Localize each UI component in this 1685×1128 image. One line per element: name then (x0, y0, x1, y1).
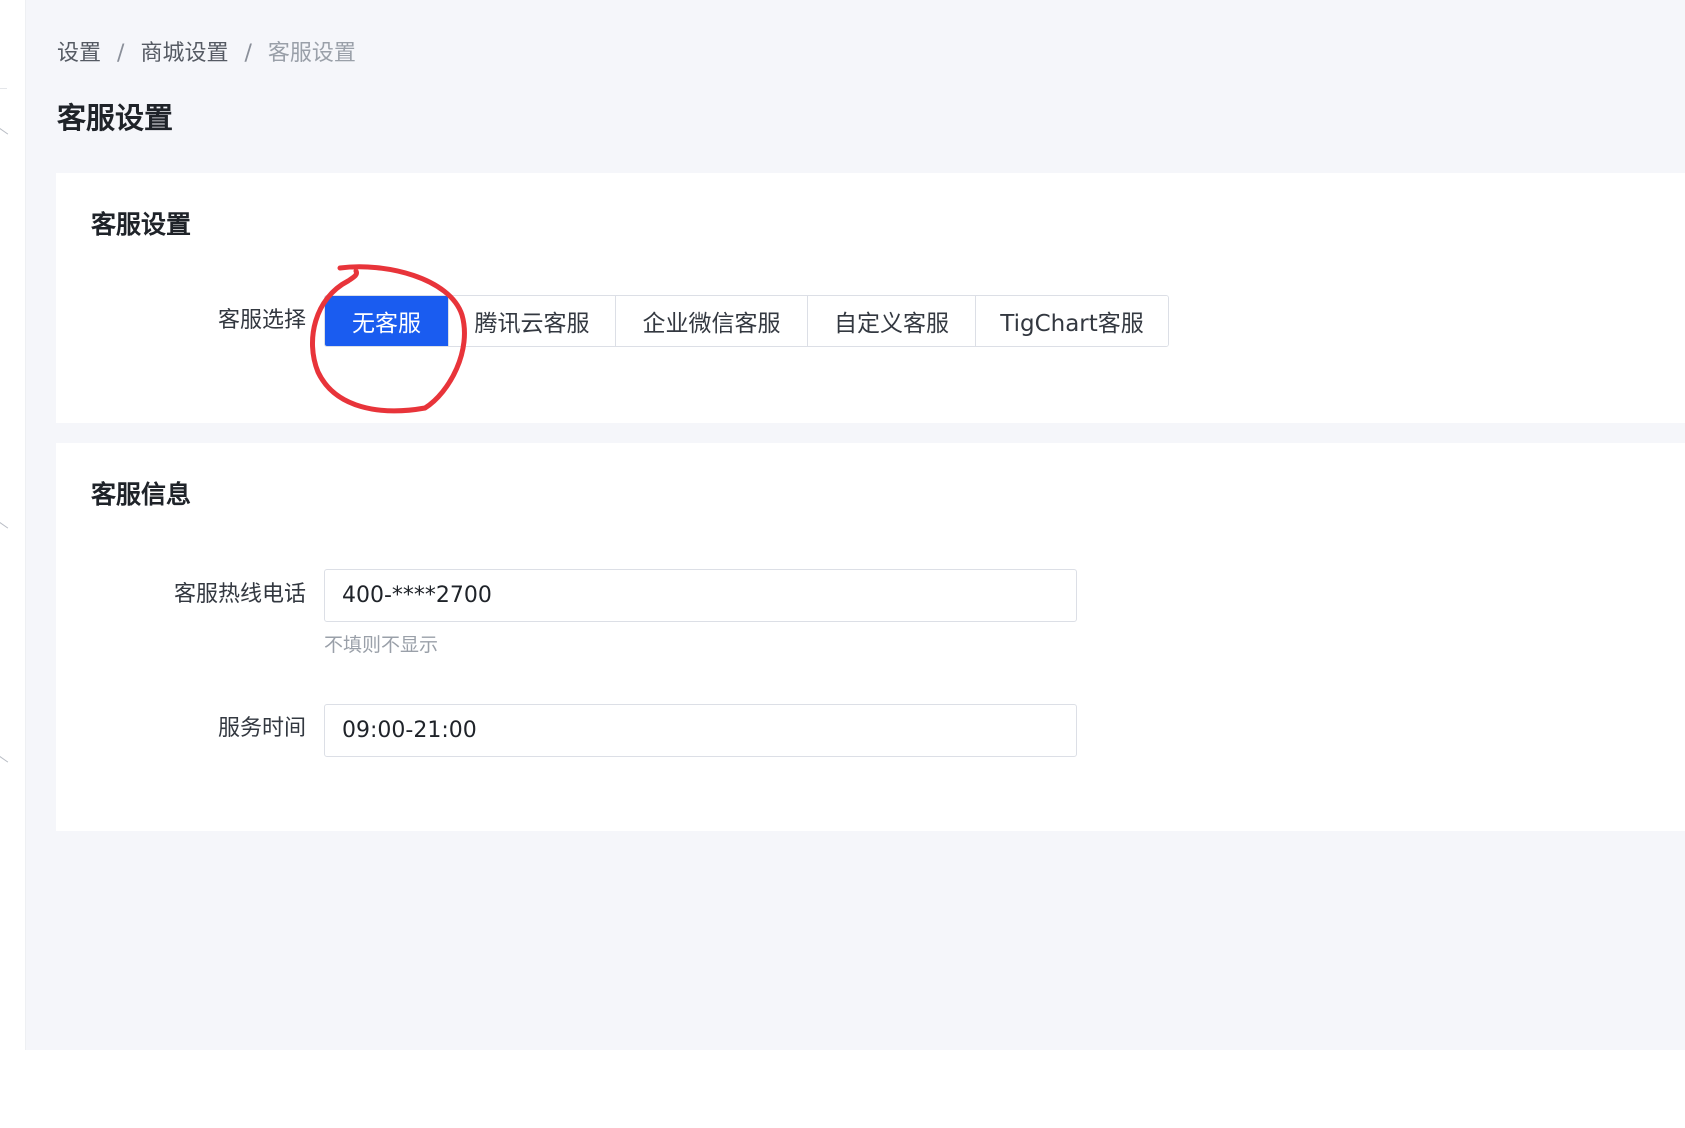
option-no-service[interactable]: 无客服 (325, 296, 449, 346)
bottom-band (0, 1050, 1685, 1128)
option-tencent-cloud[interactable]: 腾讯云客服 (449, 296, 616, 346)
breadcrumb-item-settings[interactable]: 设置 (57, 40, 101, 68)
settings-card-title: 客服设置 (91, 210, 192, 239)
hotline-label: 客服热线电话 (173, 582, 306, 607)
breadcrumb-item-mall-settings[interactable]: 商城设置 (140, 40, 228, 68)
option-wecom[interactable]: 企业微信客服 (616, 296, 808, 346)
main-content: 设置 / 商城设置 / 客服设置 客服设置 客服设置 客服选择 无客服 腾讯云客… (26, 0, 1685, 1128)
chevron-icon[interactable] (0, 756, 9, 770)
left-sidebar-collapsed (0, 0, 26, 1128)
page-title: 客服设置 (57, 101, 174, 135)
info-card: 客服信息 客服热线电话 不填则不显示 服务时间 (56, 443, 1685, 831)
sidebar-divider (0, 88, 7, 89)
info-card-title: 客服信息 (91, 480, 192, 509)
service-type-selector: 无客服 腾讯云客服 企业微信客服 自定义客服 TigChart客服 (324, 295, 1169, 347)
settings-card: 客服设置 客服选择 无客服 腾讯云客服 企业微信客服 自定义客服 TigChar… (56, 173, 1685, 423)
breadcrumb-separator: / (244, 41, 252, 66)
hotline-hint: 不填则不显示 (324, 634, 439, 656)
hotline-input[interactable] (324, 569, 1077, 622)
breadcrumb-item-current: 客服设置 (267, 41, 356, 66)
breadcrumb: 设置 / 商城设置 / 客服设置 (57, 40, 356, 68)
service-time-input[interactable] (324, 704, 1077, 757)
chevron-icon[interactable] (0, 128, 9, 142)
chevron-icon[interactable] (0, 522, 9, 536)
breadcrumb-separator: / (117, 41, 125, 66)
service-time-label: 服务时间 (217, 716, 306, 741)
option-custom[interactable]: 自定义客服 (808, 296, 976, 346)
service-type-label: 客服选择 (217, 308, 306, 333)
app-frame: 设置 / 商城设置 / 客服设置 客服设置 客服设置 客服选择 无客服 腾讯云客… (0, 0, 1685, 1128)
option-tigchart[interactable]: TigChart客服 (976, 296, 1168, 346)
